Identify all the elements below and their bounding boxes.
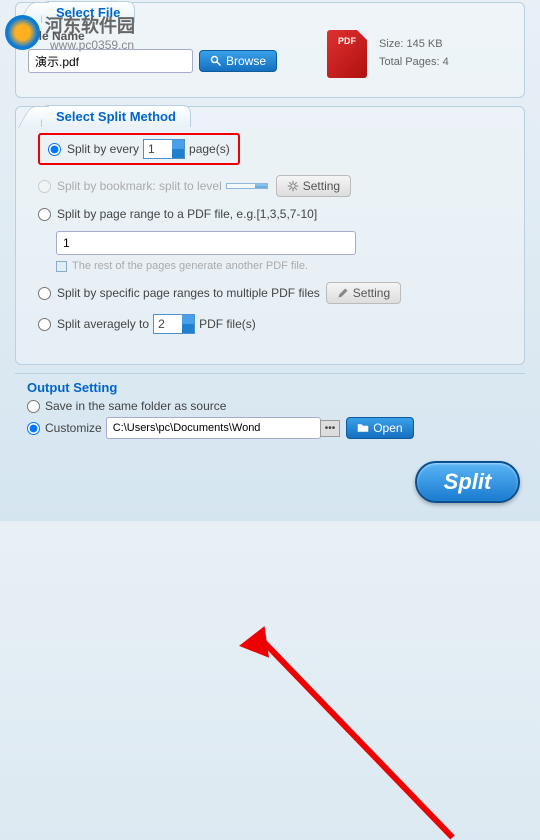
file-name-input[interactable] <box>28 49 193 73</box>
file-pages: Total Pages: 4 <box>379 54 449 72</box>
browse-button[interactable]: Browse <box>199 50 277 72</box>
open-button[interactable]: Open <box>346 417 413 439</box>
file-meta: Size: 145 KB Total Pages: 4 <box>379 36 449 71</box>
gear-icon <box>287 180 299 192</box>
split-average-radio[interactable] <box>38 318 51 331</box>
output-title: Output Setting <box>27 380 513 395</box>
split-average-row: Split averagely to 2 PDF file(s) <box>28 314 512 334</box>
specific-setting-button[interactable]: Setting <box>326 282 401 304</box>
split-specific-radio[interactable] <box>38 287 51 300</box>
split-button[interactable]: Split <box>415 461 520 503</box>
split-every-row: Split by every 1 page(s) <box>28 133 512 165</box>
folder-icon <box>357 422 369 434</box>
bookmark-level-spinner[interactable] <box>226 183 268 189</box>
output-custom-row: Customize ••• Open <box>27 417 513 439</box>
split-method-panel: Select Split Method Split by every 1 pag… <box>15 106 525 365</box>
pdf-icon <box>327 30 367 78</box>
file-name-label: File Name <box>28 29 269 43</box>
range-note-row: The rest of the pages generate another P… <box>56 260 512 272</box>
rest-pages-checkbox[interactable] <box>56 261 67 272</box>
split-every-spinner[interactable]: 1 <box>143 139 185 159</box>
search-icon <box>210 55 222 67</box>
file-size: Size: 145 KB <box>379 36 449 54</box>
output-custom-radio[interactable] <box>27 422 40 435</box>
range-input[interactable] <box>56 231 356 255</box>
select-file-panel: Select File File Name Browse Size: 145 K… <box>15 2 525 98</box>
split-range-radio[interactable] <box>38 208 51 221</box>
split-method-tab: Select Split Method <box>41 105 191 127</box>
split-specific-row: Split by specific page ranges to multipl… <box>28 282 512 304</box>
output-same-row: Save in the same folder as source <box>27 399 513 413</box>
split-bookmark-row: Split by bookmark: split to level Settin… <box>28 175 512 197</box>
path-browse-button[interactable]: ••• <box>320 420 341 437</box>
split-range-row: Split by page range to a PDF file, e.g.[… <box>28 207 512 221</box>
output-setting-panel: Output Setting Save in the same folder a… <box>15 373 525 449</box>
split-every-radio[interactable] <box>48 143 61 156</box>
output-same-radio[interactable] <box>27 400 40 413</box>
highlight-box: Split by every 1 page(s) <box>38 133 240 165</box>
select-file-tab: Select File <box>41 1 135 23</box>
output-path-input[interactable] <box>106 417 321 439</box>
average-spinner[interactable]: 2 <box>153 314 195 334</box>
pencil-icon <box>337 287 349 299</box>
bookmark-setting-button[interactable]: Setting <box>276 175 351 197</box>
split-bookmark-radio[interactable] <box>38 180 51 193</box>
